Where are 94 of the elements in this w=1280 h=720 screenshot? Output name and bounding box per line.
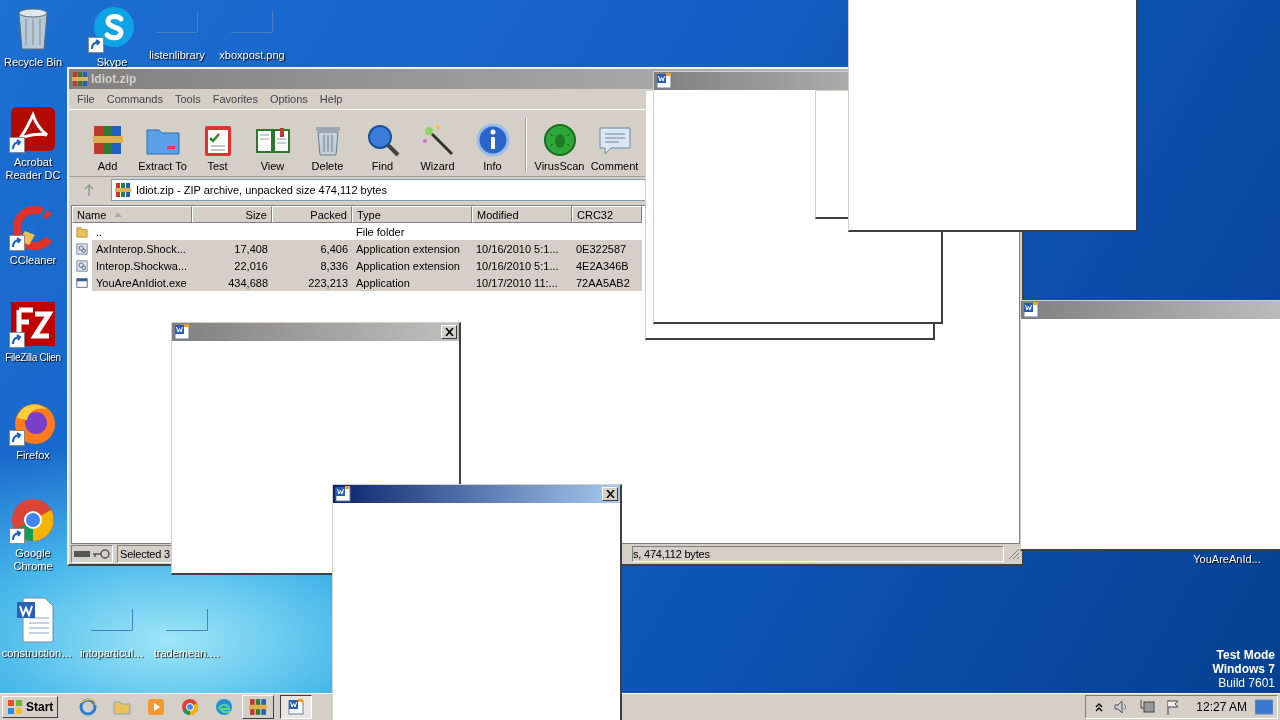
column-header[interactable]: Type [352, 206, 472, 223]
desktop-icon-label[interactable]: FileZilla Clien [5, 351, 61, 364]
desktop-icon-label[interactable]: Recycle Bin [3, 56, 63, 69]
toolbar-button[interactable]: Info [466, 122, 519, 172]
up-arrow-icon [83, 184, 95, 196]
drive-icon [74, 550, 90, 558]
toolbar-button[interactable]: Extract To [136, 122, 189, 172]
desktop-icon-label[interactable]: xboxpost.png [219, 49, 285, 62]
folder-icon [76, 224, 88, 239]
word-app-icon [288, 699, 305, 715]
table-cell: 4E2A346B [572, 257, 642, 274]
file-name-cell[interactable]: .. [92, 223, 192, 240]
info-icon [474, 122, 511, 158]
desktop-icon-label[interactable]: CCleaner [9, 254, 57, 267]
table-cell: 17,408 [192, 240, 272, 257]
file-thumbnail-icon [231, 11, 273, 33]
file-name-cell[interactable]: Interop.Shockwa... [92, 257, 192, 274]
close-button[interactable] [441, 325, 457, 339]
show-desktop-icon[interactable] [1255, 699, 1273, 715]
table-cell: 434,688 [192, 274, 272, 291]
desktop-icon-label[interactable]: listenlibrary [149, 49, 205, 62]
taskbar-window-button[interactable] [280, 695, 313, 719]
column-header[interactable]: Packed [272, 206, 352, 223]
table-cell-text: File folder [355, 224, 406, 240]
table-cell: 10/16/2010 5:1... [472, 240, 572, 257]
status-text: s, 474,112 bytes [632, 546, 1004, 562]
filezilla-logo-icon [9, 300, 57, 348]
toolbar-button[interactable]: Comment [588, 122, 641, 172]
menu-item[interactable]: File [71, 93, 101, 105]
program-window-icon [76, 275, 88, 290]
menu-item[interactable]: Help [313, 93, 349, 105]
file-thumbnail-icon [166, 609, 208, 631]
acrobat-logo-icon [9, 105, 57, 153]
toolbar-button[interactable]: Wizard [411, 122, 464, 172]
toolbar-button[interactable]: VirusScan [533, 122, 586, 172]
file-thumbnail-icon [91, 609, 133, 631]
system-notice-text: Test Mode [1216, 648, 1275, 662]
resize-grip-icon[interactable] [1008, 548, 1020, 560]
play-icon [147, 698, 166, 716]
desktop-icon-label[interactable]: Skype [96, 56, 128, 69]
gears-file-icon [76, 258, 88, 273]
archive-app-icon [249, 698, 268, 716]
desktop-icon-label[interactable]: YouAreAnId... [1193, 553, 1261, 566]
table-cell: 8,336 [272, 257, 352, 274]
column-header[interactable]: Modified [472, 206, 572, 223]
desktop-icon-label[interactable]: Acrobat Reader DC [0, 156, 66, 182]
file-name-cell[interactable]: YouAreAnIdiot.exe [92, 274, 192, 291]
sort-arrow-icon [114, 212, 123, 217]
column-header[interactable]: CRC32 [572, 206, 642, 223]
table-cell: Application [352, 274, 472, 291]
table-cell: Application extension [352, 240, 472, 257]
menu-item[interactable]: Favorites [206, 93, 264, 105]
table-cell: Application extension [352, 257, 472, 274]
close-button[interactable] [602, 487, 618, 501]
chrome-logo-icon [181, 698, 200, 716]
key-icon [92, 549, 110, 559]
network-icon[interactable] [1138, 698, 1157, 716]
globe-e-icon [79, 698, 98, 716]
table-cell: 22,016 [192, 257, 272, 274]
desktop-icon-label[interactable]: Firefox [16, 449, 50, 462]
file-name-cell[interactable]: AxInterop.Shock... [92, 240, 192, 257]
table-cell: 6,406 [272, 240, 352, 257]
bug-icon [541, 122, 578, 158]
menu-item[interactable]: Tools [169, 93, 207, 105]
system-notice-text: Windows 7 [1212, 662, 1275, 676]
gears-file-icon [76, 241, 88, 256]
menu-item[interactable]: Commands [100, 93, 169, 105]
toolbar-button[interactable]: Add [81, 122, 134, 172]
column-header[interactable]: Name [72, 206, 192, 223]
toolbar-button[interactable]: Delete [301, 122, 354, 172]
table-cell: 72AA5AB2 [572, 274, 642, 291]
edge-logo-icon [215, 698, 234, 716]
start-button[interactable]: Start [2, 696, 59, 718]
folder-icon [113, 698, 132, 716]
archive-app-icon [72, 71, 88, 87]
close-icon [605, 490, 615, 498]
toolbar-button[interactable]: Test [191, 122, 244, 172]
system-notice-text: Build 7601 [1218, 676, 1275, 690]
table-cell: 223,213 [272, 274, 352, 291]
archive-app-icon [115, 182, 131, 198]
table-cell: 0E322587 [572, 240, 642, 257]
close-icon [444, 328, 454, 336]
table-cell: 10/16/2010 5:1... [472, 257, 572, 274]
toolbar-button[interactable]: Find [356, 122, 409, 172]
clock: 12:27 AM [1196, 700, 1247, 714]
chrome-logo-icon [9, 496, 57, 544]
window-title: Idiot.zip [91, 72, 137, 86]
chevron-up-icon[interactable] [1094, 701, 1105, 713]
toolbar-button[interactable]: View [246, 122, 299, 172]
column-header[interactable]: Size [192, 206, 272, 223]
windows-logo-icon [7, 699, 23, 715]
file-thumbnail-icon [156, 11, 198, 33]
menu-item[interactable]: Options [263, 93, 314, 105]
table-cell: 10/17/2010 11:... [472, 274, 572, 291]
